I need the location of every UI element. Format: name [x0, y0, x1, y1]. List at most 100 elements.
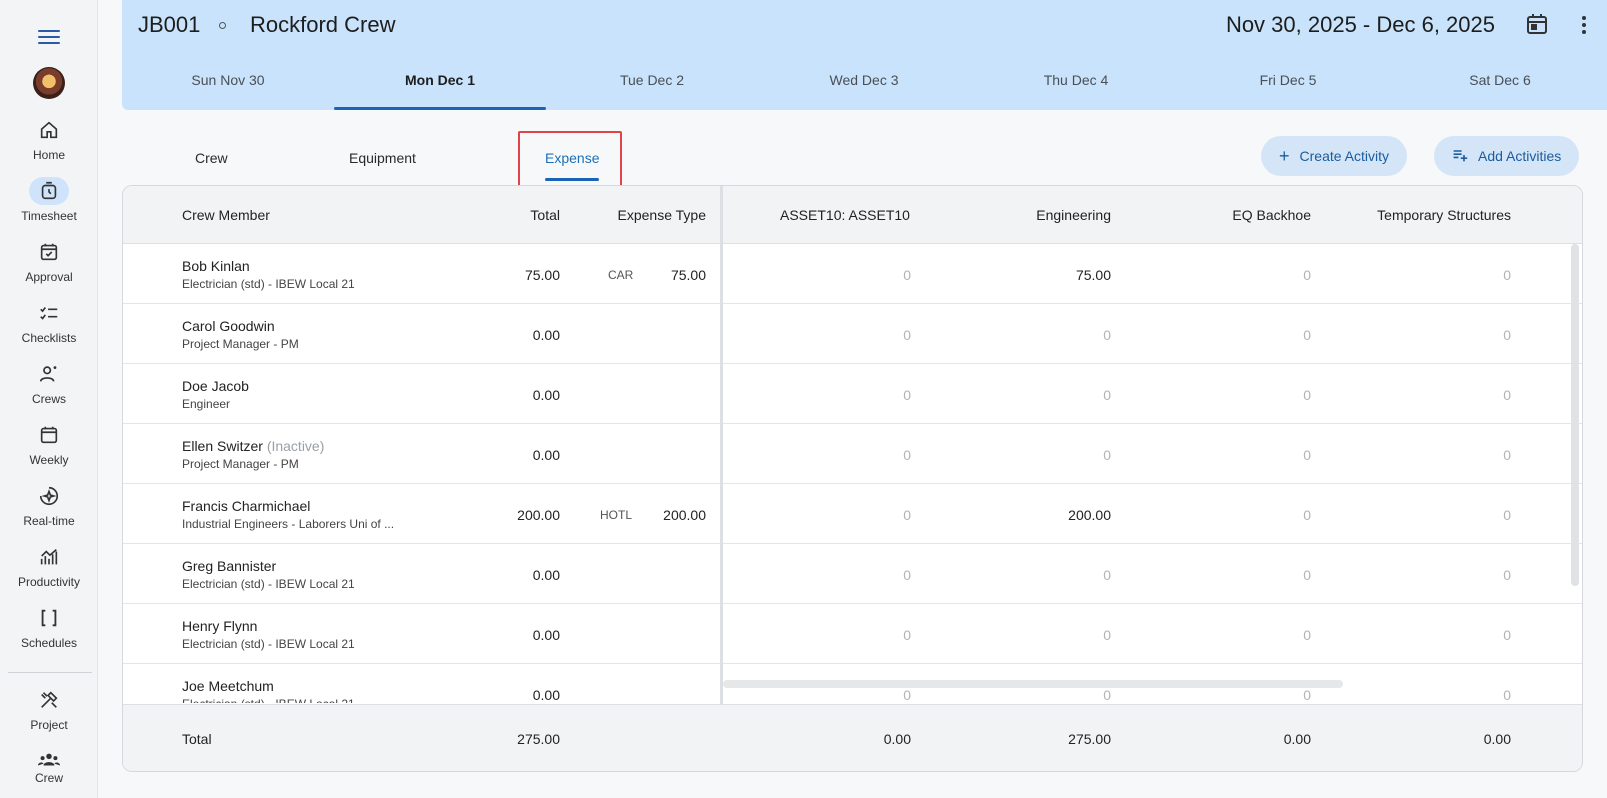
sidebar-item-weekly[interactable]: Weekly	[0, 421, 98, 467]
timesheet-icon	[29, 177, 69, 205]
expense-type-code: CAR	[608, 268, 634, 282]
cell-eq-backhoe[interactable]: 0	[1303, 507, 1311, 523]
table-row[interactable]: Francis Charmichael Industrial Engineers…	[123, 484, 1582, 544]
cell-eq-backhoe[interactable]: 0	[1303, 687, 1311, 703]
sidebar-item-label: Weekly	[29, 453, 69, 467]
cell-temporary-structures[interactable]: 0	[1503, 627, 1511, 643]
horizontal-scrollbar[interactable]	[723, 680, 1343, 688]
cell-engineering[interactable]: 200.00	[1068, 507, 1111, 523]
col-header-total[interactable]: Total	[530, 207, 560, 223]
tab-day-mon[interactable]: Mon Dec 1	[334, 62, 546, 110]
sidebar-item-timesheet[interactable]: Timesheet	[0, 177, 98, 223]
table-row[interactable]: Greg Bannister Electrician (std) - IBEW …	[123, 544, 1582, 604]
sidebar-item-crews[interactable]: Crews	[0, 360, 98, 406]
col-header-eq-backhoe[interactable]: EQ Backhoe	[1232, 207, 1311, 223]
row-total: 0.00	[532, 447, 560, 463]
col-header-asset10[interactable]: ASSET10: ASSET10	[780, 207, 910, 223]
crew-member-role: Project Manager - PM	[182, 337, 299, 351]
table-row[interactable]: Doe Jacob Engineer 0.00 0 0 0 0	[123, 364, 1582, 424]
cell-temporary-structures[interactable]: 0	[1503, 267, 1511, 283]
cell-temporary-structures[interactable]: 0	[1503, 507, 1511, 523]
table-row[interactable]: Ellen Switzer (Inactive) Project Manager…	[123, 424, 1582, 484]
day-tabs: Sun Nov 30 Mon Dec 1 Tue Dec 2 Wed Dec 3…	[122, 62, 1607, 110]
grid-footer-totals: Total 275.00 0.00 275.00 0.00 0.00	[123, 704, 1582, 771]
crew-member-role: Electrician (std) - IBEW Local 21	[182, 637, 355, 651]
cell-temporary-structures[interactable]: 0	[1503, 447, 1511, 463]
cell-eq-backhoe[interactable]: 0	[1303, 627, 1311, 643]
cell-asset10[interactable]: 0	[903, 327, 911, 343]
approval-icon	[29, 238, 69, 266]
cell-asset10[interactable]: 0	[903, 567, 911, 583]
cell-engineering[interactable]: 0	[1103, 387, 1111, 403]
cell-eq-backhoe[interactable]: 0	[1303, 387, 1311, 403]
crew-member-role: Project Manager - PM	[182, 457, 299, 471]
sidebar-item-crew[interactable]: Crew	[0, 749, 98, 785]
more-vert-icon[interactable]	[1581, 14, 1587, 34]
cell-engineering[interactable]: 75.00	[1076, 267, 1111, 283]
expense-grid: Crew Member Total Expense Type ASSET10: …	[122, 185, 1583, 772]
cell-asset10[interactable]: 0	[903, 627, 911, 643]
tab-equipment[interactable]: Equipment	[349, 150, 416, 166]
create-activity-button[interactable]: + Create Activity	[1261, 136, 1407, 176]
cell-engineering[interactable]: 0	[1103, 447, 1111, 463]
job-id: JB001	[138, 12, 201, 37]
cell-eq-backhoe[interactable]: 0	[1303, 327, 1311, 343]
cell-temporary-structures[interactable]: 0	[1503, 687, 1511, 703]
cell-asset10[interactable]: 0	[903, 387, 911, 403]
expense-amount[interactable]: 75.00	[671, 267, 706, 283]
cell-engineering[interactable]: 0	[1103, 567, 1111, 583]
cell-temporary-structures[interactable]: 0	[1503, 567, 1511, 583]
cell-asset10[interactable]: 0	[903, 507, 911, 523]
cell-engineering[interactable]: 0	[1103, 627, 1111, 643]
footer-total: 275.00	[517, 731, 560, 747]
cell-asset10[interactable]: 0	[903, 447, 911, 463]
highlight-box	[518, 131, 622, 191]
expense-amount[interactable]: 200.00	[663, 507, 706, 523]
tab-day-fri[interactable]: Fri Dec 5	[1182, 62, 1394, 110]
avatar[interactable]	[33, 67, 65, 99]
row-total: 0.00	[532, 387, 560, 403]
cell-temporary-structures[interactable]: 0	[1503, 327, 1511, 343]
col-header-temporary-structures[interactable]: Temporary Structures	[1377, 207, 1511, 223]
realtime-icon	[29, 482, 69, 510]
sidebar-item-project[interactable]: Project	[0, 686, 98, 732]
sidebar-item-checklists[interactable]: Checklists	[0, 299, 98, 345]
tab-day-wed[interactable]: Wed Dec 3	[758, 62, 970, 110]
tab-day-thu[interactable]: Thu Dec 4	[970, 62, 1182, 110]
table-row[interactable]: Henry Flynn Electrician (std) - IBEW Loc…	[123, 604, 1582, 664]
tools-icon	[29, 686, 69, 714]
col-header-engineering[interactable]: Engineering	[1036, 207, 1111, 223]
cell-engineering[interactable]: 0	[1103, 687, 1111, 703]
col-header-member[interactable]: Crew Member	[182, 207, 270, 223]
job-header: JB001 Rockford Crew Nov 30, 2025 - Dec 6…	[122, 0, 1607, 110]
calendar-picker-icon[interactable]	[1525, 12, 1549, 36]
table-row[interactable]: Bob Kinlan Electrician (std) - IBEW Loca…	[123, 244, 1582, 304]
sidebar-item-label: Productivity	[17, 575, 81, 589]
crew-member-role: Electrician (std) - IBEW Local 21	[182, 277, 355, 291]
sidebar-item-approval[interactable]: Approval	[0, 238, 98, 284]
crew-member-name: Carol Goodwin	[182, 318, 275, 334]
cell-eq-backhoe[interactable]: 0	[1303, 567, 1311, 583]
table-row[interactable]: Carol Goodwin Project Manager - PM 0.00 …	[123, 304, 1582, 364]
row-total: 0.00	[532, 627, 560, 643]
cell-asset10[interactable]: 0	[903, 687, 911, 703]
cell-temporary-structures[interactable]: 0	[1503, 387, 1511, 403]
tab-crew[interactable]: Crew	[195, 150, 228, 166]
tab-day-tue[interactable]: Tue Dec 2	[546, 62, 758, 110]
sidebar-item-realtime[interactable]: Real-time	[0, 482, 98, 528]
sidebar-item-label: Approval	[25, 270, 73, 284]
tab-day-sat[interactable]: Sat Dec 6	[1394, 62, 1606, 110]
vertical-scrollbar[interactable]	[1571, 244, 1579, 586]
cell-eq-backhoe[interactable]: 0	[1303, 267, 1311, 283]
col-header-expense-type[interactable]: Expense Type	[618, 207, 706, 223]
sidebar-item-schedules[interactable]: Schedules	[0, 604, 98, 650]
hamburger-menu-icon[interactable]	[36, 26, 62, 50]
add-activities-button[interactable]: Add Activities	[1434, 136, 1580, 176]
cell-eq-backhoe[interactable]: 0	[1303, 447, 1311, 463]
sidebar-item-productivity[interactable]: Productivity	[0, 543, 98, 589]
cell-engineering[interactable]: 0	[1103, 327, 1111, 343]
tab-day-sun[interactable]: Sun Nov 30	[122, 62, 334, 110]
sidebar-item-home[interactable]: Home	[0, 116, 98, 162]
cell-asset10[interactable]: 0	[903, 267, 911, 283]
crew-member-name: Bob Kinlan	[182, 258, 250, 274]
